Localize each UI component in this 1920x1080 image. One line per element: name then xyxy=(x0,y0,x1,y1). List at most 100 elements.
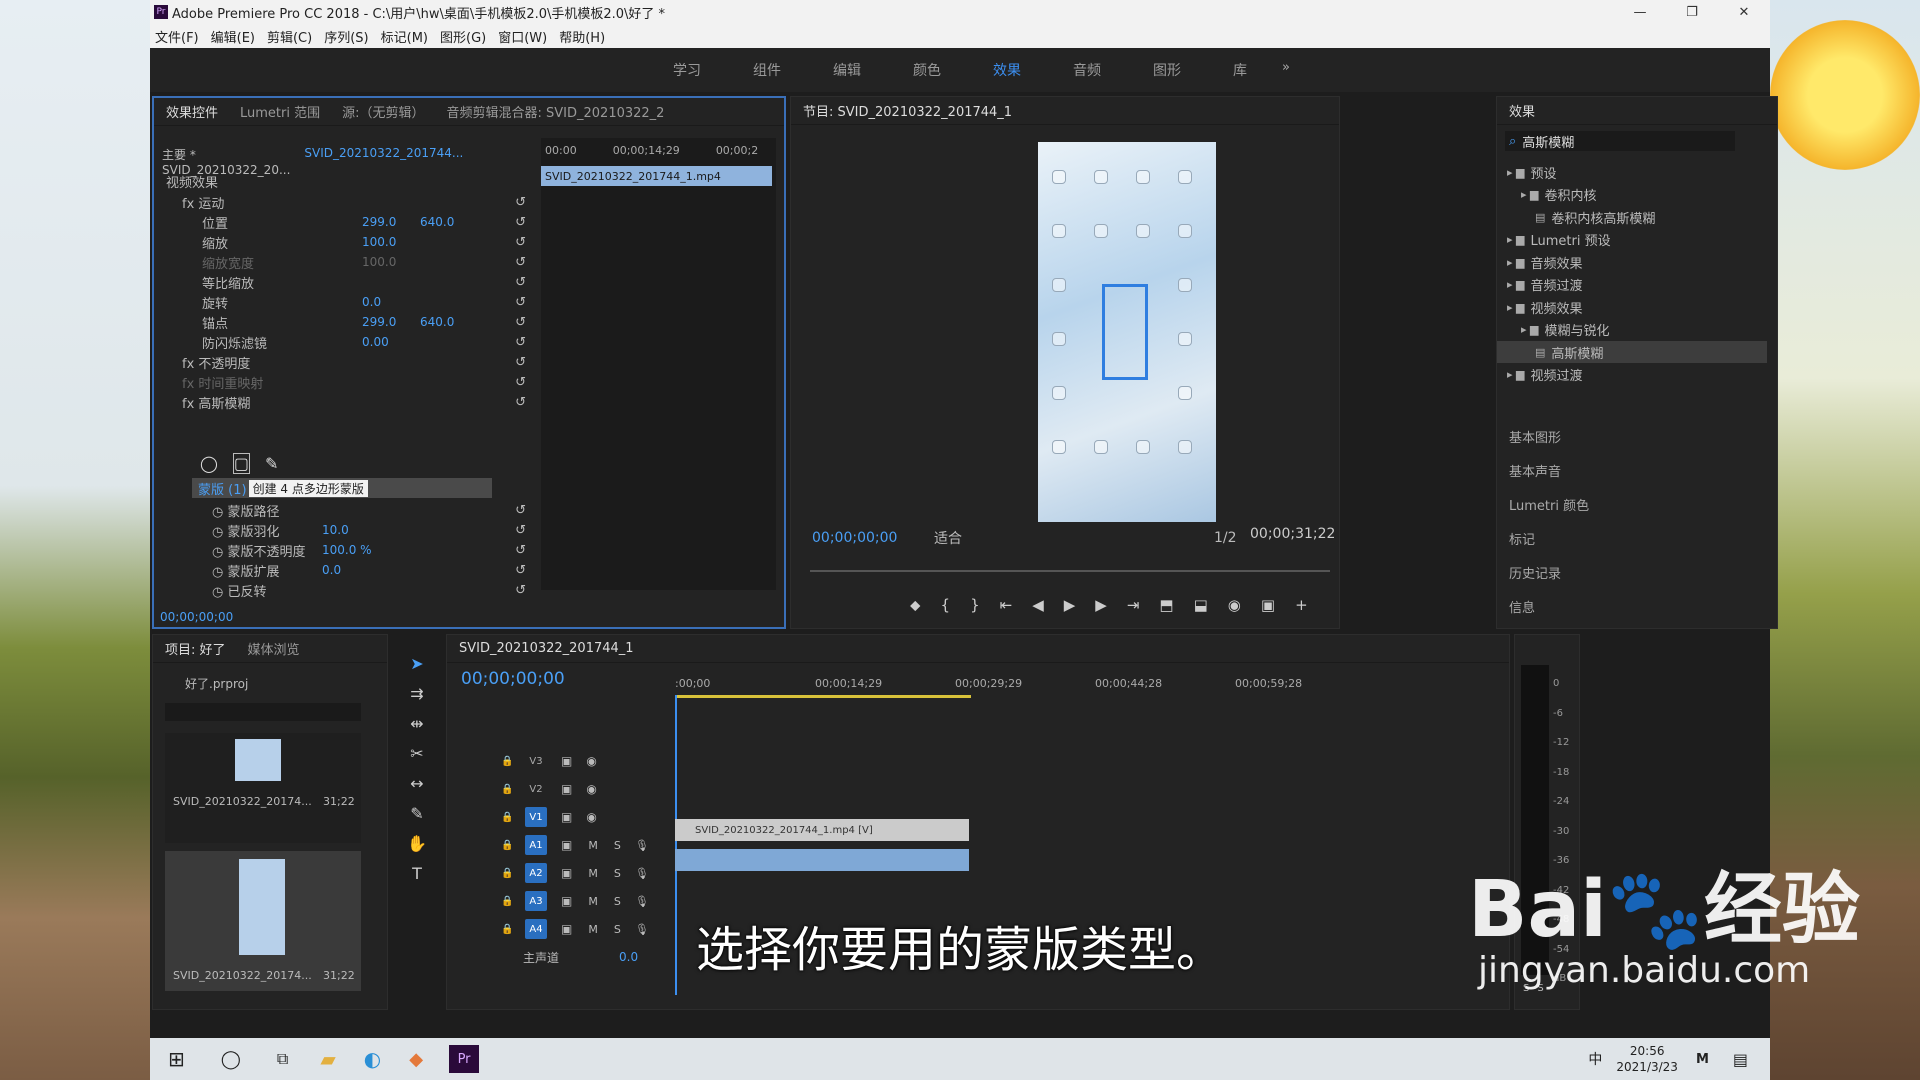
effects-section-header[interactable]: 信息 xyxy=(1509,597,1535,616)
reset-icon[interactable]: ↺ xyxy=(515,275,526,290)
reset-icon[interactable]: ↺ xyxy=(515,563,526,578)
fit-dropdown[interactable]: 适合 xyxy=(934,528,1214,548)
effect-property-row[interactable]: fx 不透明度 ↺ xyxy=(154,352,534,372)
video-clip[interactable]: SVID_20210322_201744_1.mp4 [V] xyxy=(675,819,969,841)
button-editor-icon[interactable]: + xyxy=(1295,596,1308,614)
task-view-icon[interactable]: ⧉ xyxy=(277,1049,288,1069)
lock-icon[interactable]: 🔒 xyxy=(501,784,525,795)
lock-icon[interactable]: 🔒 xyxy=(501,868,525,879)
mask-property-row[interactable]: ◷ 蒙版不透明度 100.0 % ↺ xyxy=(154,540,534,560)
mute-button[interactable]: M xyxy=(588,839,598,852)
keyframe-clip-bar[interactable]: SVID_20210322_201744_1.mp4 xyxy=(541,166,772,186)
mask-property-row[interactable]: ◷ 蒙版扩展 0.0 ↺ xyxy=(154,560,534,580)
mic-icon[interactable]: 🎙 xyxy=(635,867,649,880)
selection-tool-icon[interactable]: ➤ xyxy=(404,650,430,676)
mask-row[interactable]: 蒙版 (1) 创建 4 点多边形蒙版 xyxy=(192,478,492,498)
sync-lock-icon[interactable]: ▣ xyxy=(561,782,572,796)
ripple-edit-tool-icon[interactable]: ⇹ xyxy=(404,710,430,736)
effect-property-row[interactable]: fx 运动 ↺ xyxy=(154,192,534,212)
menu-sequence[interactable]: 序列(S) xyxy=(324,27,368,46)
eye-icon[interactable]: ◉ xyxy=(586,782,596,796)
property-value[interactable]: 299.0 xyxy=(362,315,420,329)
track-target-v3[interactable]: V3 xyxy=(525,751,547,771)
ellipse-mask-icon[interactable]: ◯ xyxy=(200,454,218,473)
effects-section-header[interactable]: Lumetri 颜色 xyxy=(1509,495,1589,514)
workspace-effects[interactable]: 效果 xyxy=(967,60,1047,80)
maximize-button[interactable]: ❐ xyxy=(1666,0,1718,24)
reset-icon[interactable]: ↺ xyxy=(515,395,526,410)
effects-tree-item[interactable]: ▸ ▆ 视频效果 xyxy=(1497,296,1767,318)
reset-icon[interactable]: ↺ xyxy=(515,583,526,598)
eye-icon[interactable]: ◉ xyxy=(586,754,596,768)
work-area-bar[interactable] xyxy=(675,695,971,698)
clip-dropdown[interactable]: SVID_20210322_201744... xyxy=(304,146,463,177)
mute-button[interactable]: M xyxy=(588,867,598,880)
tab-effect-controls[interactable]: 效果控件 xyxy=(166,102,218,121)
notification-icon[interactable]: ▤ xyxy=(1733,1050,1748,1069)
close-button[interactable]: ✕ xyxy=(1718,0,1770,24)
effects-section-header[interactable]: 基本图形 xyxy=(1509,427,1561,446)
type-tool-icon[interactable]: T xyxy=(404,860,430,886)
property-value-2[interactable]: 640.0 xyxy=(420,215,490,229)
tab-program[interactable]: 节目: SVID_20210322_201744_1 xyxy=(803,101,1012,120)
effects-section-header[interactable]: 基本声音 xyxy=(1509,461,1561,480)
compare-icon[interactable]: ▣ xyxy=(1261,596,1275,614)
tab-effects[interactable]: 效果 xyxy=(1509,101,1535,120)
mark-out-icon[interactable]: } xyxy=(970,596,980,614)
reset-icon[interactable]: ↺ xyxy=(515,543,526,558)
mask-property-row[interactable]: ◷ 蒙版羽化 10.0 ↺ xyxy=(154,520,534,540)
effect-property-row[interactable]: 防闪烁滤镜 0.00 ↺ xyxy=(154,332,534,352)
file-explorer-icon[interactable]: ▰ xyxy=(320,1047,335,1071)
premiere-taskbar-icon[interactable]: Pr xyxy=(449,1045,480,1073)
mask-property-row[interactable]: ◷ 蒙版路径 ↺ xyxy=(154,500,534,520)
reset-icon[interactable]: ↺ xyxy=(515,375,526,390)
track-select-tool-icon[interactable]: ⇉ xyxy=(404,680,430,706)
property-value[interactable]: 10.0 xyxy=(322,523,349,537)
effects-tree-item[interactable]: ▸ ▆ 音频效果 xyxy=(1497,251,1767,273)
effect-property-row[interactable]: fx 时间重映射 ↺ xyxy=(154,372,534,392)
start-icon[interactable]: ⊞ xyxy=(168,1047,185,1071)
lock-icon[interactable]: 🔒 xyxy=(501,840,525,851)
effects-tree-item[interactable]: ▸ ▆ 卷积内核 xyxy=(1497,184,1767,206)
effects-tree-item[interactable]: ▸ ▆ 预设 xyxy=(1497,161,1767,183)
menu-marker[interactable]: 标记(M) xyxy=(381,27,428,46)
effects-tree-item[interactable]: ▸ ▆ 音频过渡 xyxy=(1497,274,1767,296)
property-value[interactable]: 299.0 xyxy=(362,215,420,229)
pen-tool-icon[interactable]: ✎ xyxy=(404,800,430,826)
clock[interactable]: 20:56 2021/3/23 xyxy=(1616,1043,1678,1075)
menu-help[interactable]: 帮助(H) xyxy=(559,27,605,46)
effect-property-row[interactable]: 等比缩放 ↺ xyxy=(154,272,534,292)
pen-mask-icon[interactable]: ✎ xyxy=(265,454,278,473)
menu-graphics[interactable]: 图形(G) xyxy=(440,27,486,46)
timeline-ruler[interactable]: :00;00 00;00;14;29 00;00;29;29 00;00;44;28 0… xyxy=(675,677,1302,697)
menu-window[interactable]: 窗口(W) xyxy=(498,27,547,46)
lock-icon[interactable]: 🔒 xyxy=(501,896,525,907)
tab-audio-mixer[interactable]: 音频剪辑混合器: SVID_20210322_2 xyxy=(447,102,665,121)
program-scrubber[interactable] xyxy=(810,570,1330,572)
workspace-editing[interactable]: 编辑 xyxy=(807,60,887,80)
audio-clip[interactable] xyxy=(675,849,969,871)
workspace-learn[interactable]: 学习 xyxy=(647,60,727,80)
reset-icon[interactable]: ↺ xyxy=(515,215,526,230)
reset-icon[interactable]: ↺ xyxy=(515,523,526,538)
effects-section-header[interactable]: 标记 xyxy=(1509,529,1535,548)
reset-icon[interactable]: ↺ xyxy=(515,315,526,330)
solo-button[interactable]: S xyxy=(614,867,621,880)
sync-lock-icon[interactable]: ▣ xyxy=(561,866,572,880)
menu-edit[interactable]: 编辑(E) xyxy=(211,27,255,46)
program-timecode[interactable]: 00;00;00;00 xyxy=(812,530,934,546)
effect-property-row[interactable]: 缩放 100.0 ↺ xyxy=(154,232,534,252)
property-value[interactable]: 100.0 % xyxy=(322,543,372,557)
sync-lock-icon[interactable]: ▣ xyxy=(561,810,572,824)
browser-icon[interactable]: ◐ xyxy=(364,1047,381,1071)
export-frame-icon[interactable]: ◉ xyxy=(1228,596,1241,614)
workspace-libraries[interactable]: 库 xyxy=(1207,60,1273,80)
track-target-v2[interactable]: V2 xyxy=(525,779,547,799)
effects-section-header[interactable]: 历史记录 xyxy=(1509,563,1561,582)
property-value[interactable]: 0.0 xyxy=(322,563,341,577)
effect-property-row[interactable]: fx 高斯模糊 ↺ xyxy=(154,392,534,412)
effect-property-row[interactable]: 锚点 299.0 640.0 ↺ xyxy=(154,312,534,332)
effect-controls-timecode[interactable]: 00;00;00;00 xyxy=(160,610,233,624)
add-marker-icon[interactable]: ⬥ xyxy=(910,596,921,614)
minimize-button[interactable]: — xyxy=(1614,0,1666,24)
